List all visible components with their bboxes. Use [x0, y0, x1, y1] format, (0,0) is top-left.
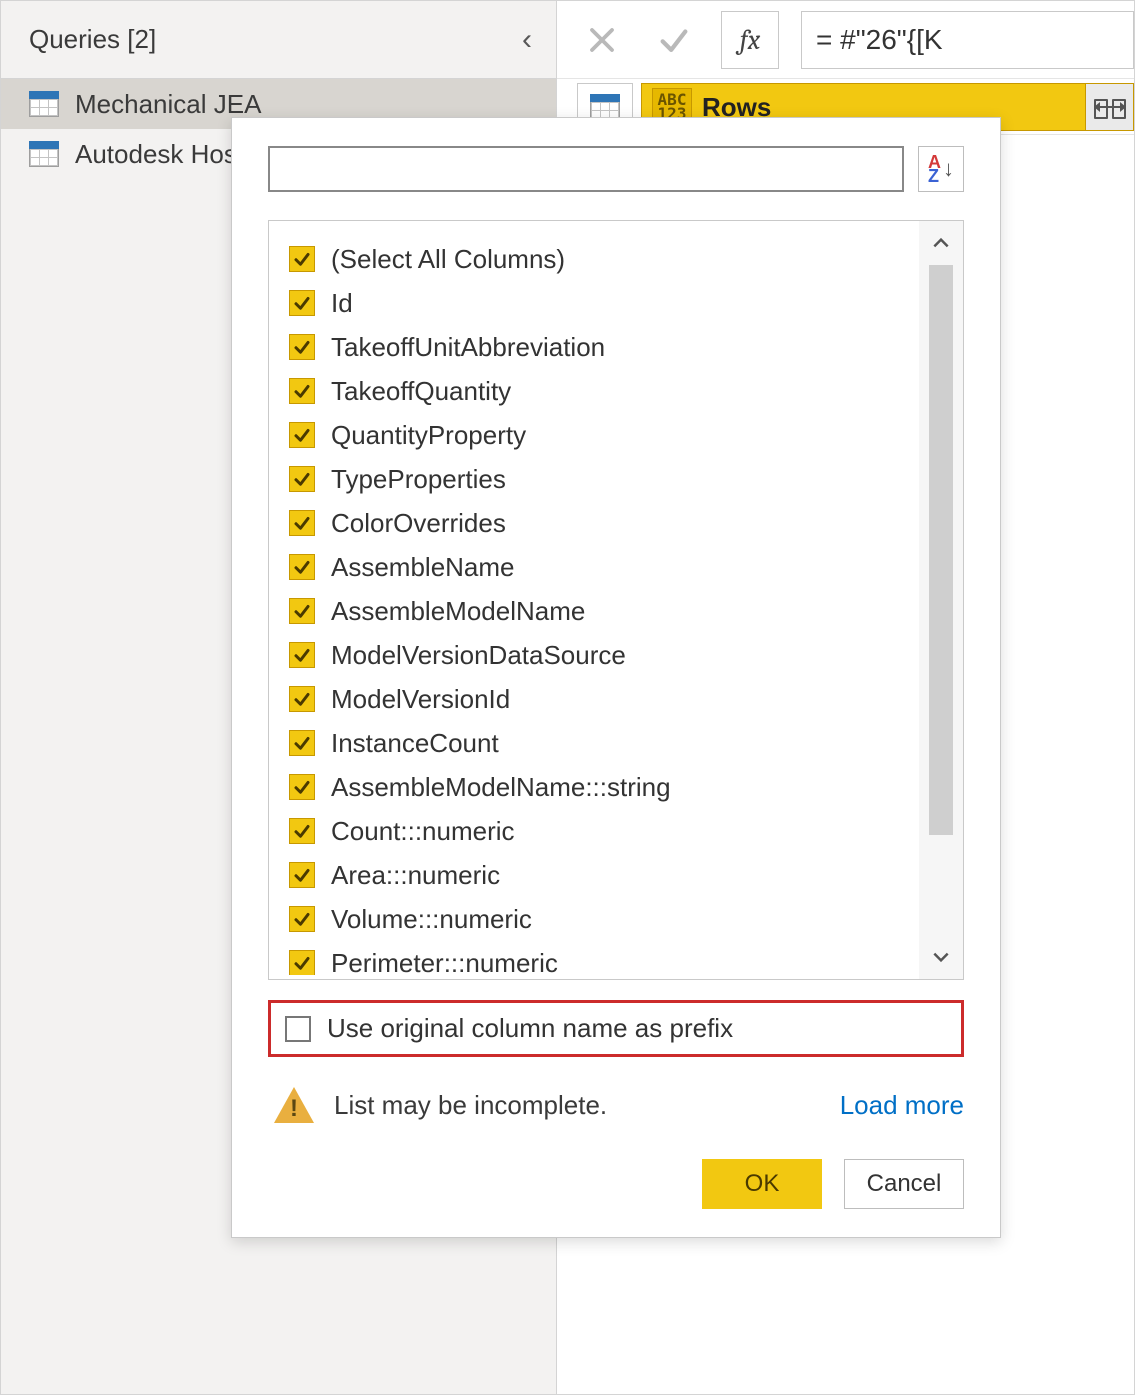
column-checkbox[interactable] [289, 906, 315, 932]
column-checkbox[interactable] [289, 686, 315, 712]
expand-column-button[interactable] [1085, 84, 1133, 130]
column-label: AssembleModelName:::string [331, 772, 671, 803]
column-checkbox[interactable] [289, 818, 315, 844]
column-label: ColorOverrides [331, 508, 506, 539]
column-label: ModelVersionDataSource [331, 640, 626, 671]
column-checkbox[interactable] [289, 290, 315, 316]
queries-header: Queries [2] ‹ [1, 1, 556, 79]
column-label: ModelVersionId [331, 684, 510, 715]
column-label: AssembleModelName [331, 596, 585, 627]
column-checkbox-row[interactable]: AssembleName [289, 545, 963, 589]
column-checkbox-row[interactable]: Count:::numeric [289, 809, 963, 853]
dialog-buttons: OK Cancel [268, 1159, 964, 1209]
column-checkbox-row[interactable]: Id [289, 281, 963, 325]
column-checkbox-row[interactable]: ModelVersionDataSource [289, 633, 963, 677]
use-prefix-row[interactable]: Use original column name as prefix [268, 1000, 964, 1057]
column-checkbox[interactable] [289, 774, 315, 800]
column-checkbox-row[interactable]: Area:::numeric [289, 853, 963, 897]
warning-row: List may be incomplete. Load more [268, 1087, 964, 1123]
scroll-up-icon[interactable] [919, 221, 963, 265]
queries-header-title: Queries [2] [29, 24, 156, 55]
column-checkbox[interactable] [289, 642, 315, 668]
column-checkbox[interactable] [289, 510, 315, 536]
expand-columns-panel: AZ↓ (Select All Columns) Id TakeoffUnitAbb… [231, 117, 1001, 1238]
column-label: Count:::numeric [331, 816, 515, 847]
expand-icon [1096, 95, 1124, 119]
column-label: Volume:::numeric [331, 904, 532, 935]
column-label: AssembleName [331, 552, 515, 583]
column-checkbox[interactable] [289, 246, 315, 272]
column-checkbox[interactable] [289, 862, 315, 888]
cancel-button[interactable]: Cancel [844, 1159, 964, 1209]
table-icon [29, 91, 59, 117]
sort-button[interactable]: AZ↓ [918, 146, 964, 192]
use-prefix-label: Use original column name as prefix [327, 1013, 733, 1044]
query-item-label: Autodesk Hos [75, 139, 237, 170]
column-label: Id [331, 288, 353, 319]
collapse-queries-icon[interactable]: ‹ [522, 25, 532, 55]
column-label: TakeoffQuantity [331, 376, 511, 407]
column-checkbox-row[interactable]: InstanceCount [289, 721, 963, 765]
formula-toolbar: fx = #"26"{[K [557, 1, 1134, 79]
column-checkbox-row[interactable]: TypeProperties [289, 457, 963, 501]
column-label: TypeProperties [331, 464, 506, 495]
columns-list-box: (Select All Columns) Id TakeoffUnitAbbrevi… [268, 220, 964, 980]
formula-text: = #"26"{[K [816, 24, 943, 56]
sort-az-icon: AZ↓ [928, 155, 954, 184]
table-icon [29, 141, 59, 167]
column-checkbox-row[interactable]: AssembleModelName:::string [289, 765, 963, 809]
column-checkbox[interactable] [289, 422, 315, 448]
column-label: (Select All Columns) [331, 244, 565, 275]
column-checkbox[interactable] [289, 466, 315, 492]
column-checkbox-row[interactable]: QuantityProperty [289, 413, 963, 457]
column-label: TakeoffUnitAbbreviation [331, 332, 605, 363]
column-checkbox-row[interactable]: TakeoffUnitAbbreviation [289, 325, 963, 369]
scroll-thumb[interactable] [929, 265, 953, 835]
column-label: QuantityProperty [331, 420, 526, 451]
column-checkbox-row[interactable]: ModelVersionId [289, 677, 963, 721]
column-checkbox-row[interactable]: Perimeter:::numeric [289, 941, 963, 975]
formula-input[interactable]: = #"26"{[K [801, 11, 1134, 69]
column-checkbox-row[interactable]: ColorOverrides [289, 501, 963, 545]
warning-icon [274, 1087, 314, 1123]
column-label: Perimeter:::numeric [331, 948, 558, 976]
commit-button[interactable] [649, 15, 699, 65]
column-checkbox[interactable] [289, 730, 315, 756]
query-item-label: Mechanical JEA [75, 89, 261, 120]
column-checkbox[interactable] [289, 950, 315, 975]
ok-button[interactable]: OK [702, 1159, 822, 1209]
scroll-down-icon[interactable] [919, 935, 963, 979]
scrollbar[interactable] [919, 221, 963, 979]
column-checkbox[interactable] [289, 598, 315, 624]
warning-text: List may be incomplete. [334, 1090, 607, 1121]
column-label: Area:::numeric [331, 860, 500, 891]
column-checkbox-row[interactable]: AssembleModelName [289, 589, 963, 633]
column-label: InstanceCount [331, 728, 499, 759]
column-checkbox-row[interactable]: TakeoffQuantity [289, 369, 963, 413]
use-prefix-checkbox[interactable] [285, 1016, 311, 1042]
column-checkbox[interactable] [289, 554, 315, 580]
load-more-link[interactable]: Load more [840, 1090, 964, 1121]
column-checkbox-row[interactable]: (Select All Columns) [289, 237, 963, 281]
column-checkbox[interactable] [289, 378, 315, 404]
column-checkbox[interactable] [289, 334, 315, 360]
column-checkbox-row[interactable]: Volume:::numeric [289, 897, 963, 941]
fx-button[interactable]: fx [721, 11, 779, 69]
discard-button[interactable] [577, 15, 627, 65]
search-columns-input[interactable] [268, 146, 904, 192]
